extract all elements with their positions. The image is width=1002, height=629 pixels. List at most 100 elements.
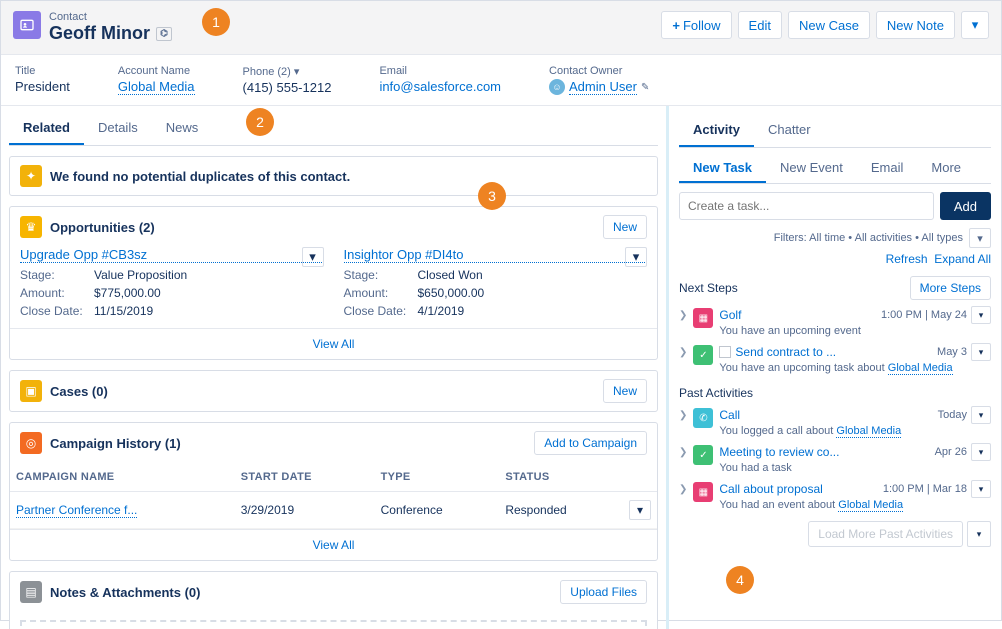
load-more-menu[interactable]: ▾ [967, 521, 991, 547]
new-case-button[interactable]: New Case [788, 11, 870, 39]
chevron-right-icon[interactable]: ❯ [679, 480, 687, 495]
callout-3: 3 [478, 182, 506, 210]
add-to-campaign-button[interactable]: Add to Campaign [534, 431, 647, 455]
subtab-more[interactable]: More [917, 154, 975, 183]
cases-card: ▣ Cases (0) New [9, 370, 658, 412]
activity-menu[interactable]: ▾ [971, 480, 991, 498]
load-more-button[interactable]: Load More Past Activities [808, 521, 963, 547]
callout-4: 4 [726, 566, 754, 594]
related-account-link[interactable]: Global Media [836, 425, 901, 438]
task-checkbox[interactable] [719, 346, 731, 358]
chevron-right-icon[interactable]: ❯ [679, 306, 687, 321]
activity-menu[interactable]: ▾ [971, 443, 991, 461]
opportunity-menu[interactable]: ▾ [302, 247, 324, 267]
callout-2: 2 [246, 108, 274, 136]
follow-button[interactable]: +Follow [661, 11, 731, 39]
filters-text: Filters: All time • All activities • All… [774, 232, 963, 244]
next-steps-list: ❯ ▦ Golf 1:00 PM | May 24 ▾ You have an … [679, 306, 991, 374]
upload-files-button[interactable]: Upload Files [560, 580, 647, 604]
opportunities-view-all[interactable]: View All [313, 337, 355, 351]
duplicates-card: ✦ We found no potential duplicates of th… [9, 156, 658, 196]
notes-title: Notes & Attachments (0) [50, 585, 552, 600]
related-account-link[interactable]: Global Media [838, 499, 903, 512]
avatar-icon: ☺ [549, 79, 565, 95]
activity-item: ❯ ✓ Send contract to ... May 3 ▾ You hav… [679, 343, 991, 374]
activity-menu[interactable]: ▾ [971, 343, 991, 361]
duplicate-icon: ✦ [20, 165, 42, 187]
opportunity-menu[interactable]: ▾ [625, 247, 647, 267]
new-opportunity-button[interactable]: New [603, 215, 647, 239]
activity-item: ❯ ▦ Call about proposal1:00 PM | Mar 18▾… [679, 480, 991, 511]
opportunity-icon: ♛ [20, 216, 42, 238]
edit-owner-icon[interactable]: ✎ [641, 82, 649, 93]
subtab-new-event[interactable]: New Event [766, 154, 857, 183]
campaign-view-all[interactable]: View All [313, 538, 355, 552]
related-account-link[interactable]: Global Media [888, 362, 953, 375]
attachment-icon: ▤ [20, 581, 42, 603]
activity-link[interactable]: Call about proposal [719, 482, 822, 496]
col-start-date: START DATE [235, 463, 375, 492]
subtab-new-task[interactable]: New Task [679, 154, 766, 183]
activity-subtext: You have an upcoming task about Global M… [719, 362, 991, 374]
tab-details[interactable]: Details [84, 112, 152, 145]
refresh-link[interactable]: Refresh [886, 252, 928, 266]
account-label: Account Name [118, 65, 195, 77]
record-header: Contact Geoff Minor ⌬ +Follow Edit New C… [1, 1, 1001, 55]
owner-link[interactable]: Admin User [569, 79, 637, 95]
new-case-related-button[interactable]: New [603, 379, 647, 403]
activity-date: May 3 [937, 346, 967, 358]
next-steps-label: Next Steps [679, 281, 738, 295]
cases-title: Cases (0) [50, 384, 595, 399]
activity-link[interactable]: Meeting to review co... [719, 445, 839, 459]
contact-icon [13, 11, 41, 39]
more-actions-button[interactable]: ▾ [961, 11, 989, 39]
opportunity-link[interactable]: Upgrade Opp #CB3sz [20, 247, 324, 263]
opportunities-card: ♛ Opportunities (2) New Upgrade Opp #CB3… [9, 206, 658, 360]
opportunities-title: Opportunities (2) [50, 220, 595, 235]
campaign-icon: ◎ [20, 432, 42, 454]
activity-link[interactable]: Golf [719, 308, 741, 322]
campaign-link[interactable]: Partner Conference f... [16, 503, 137, 518]
tab-news[interactable]: News [152, 112, 213, 145]
owner-label: Contact Owner [549, 65, 649, 77]
task-icon: ✓ [693, 445, 713, 465]
past-activities-label: Past Activities [679, 386, 753, 400]
row-menu[interactable]: ▾ [629, 500, 651, 520]
activity-item: ❯ ✓ Meeting to review co...Apr 26▾ You h… [679, 443, 991, 474]
chevron-right-icon[interactable]: ❯ [679, 406, 687, 421]
expand-all-link[interactable]: Expand All [934, 252, 991, 266]
left-tabs: Related Details News [9, 112, 658, 146]
activity-menu[interactable]: ▾ [971, 306, 991, 324]
edit-button[interactable]: Edit [738, 11, 782, 39]
hierarchy-icon[interactable]: ⌬ [156, 27, 172, 41]
filters-menu[interactable]: ▾ [969, 228, 991, 248]
activity-link[interactable]: Send contract to ... [735, 345, 836, 359]
chevron-right-icon[interactable]: ❯ [679, 443, 687, 458]
opportunity-item: Upgrade Opp #CB3sz ▾ Stage:Value Proposi… [20, 247, 324, 320]
activity-subtext: You have an upcoming event [719, 325, 991, 337]
col-type: TYPE [375, 463, 500, 492]
past-activities-list: ❯ ✆ CallToday▾ You logged a call about G… [679, 406, 991, 511]
account-link[interactable]: Global Media [118, 79, 195, 95]
duplicates-msg: We found no potential duplicates of this… [50, 169, 647, 184]
title-label: Title [15, 65, 70, 77]
tab-activity[interactable]: Activity [679, 114, 754, 147]
email-link[interactable]: info@salesforce.com [379, 79, 501, 94]
title-value: President [15, 79, 70, 94]
more-steps-button[interactable]: More Steps [910, 276, 991, 300]
activity-menu[interactable]: ▾ [971, 406, 991, 424]
upload-dropzone[interactable]: ⇧ Upload Files [20, 620, 647, 629]
subtab-email[interactable]: Email [857, 154, 918, 183]
record-type-label: Contact [49, 11, 653, 23]
create-task-input[interactable] [679, 192, 934, 220]
chevron-right-icon[interactable]: ❯ [679, 343, 687, 358]
tab-chatter[interactable]: Chatter [754, 114, 825, 147]
add-task-button[interactable]: Add [940, 192, 991, 220]
opportunity-link[interactable]: Insightor Opp #DI4to [344, 247, 648, 263]
tab-related[interactable]: Related [9, 112, 84, 145]
new-note-button[interactable]: New Note [876, 11, 955, 39]
activity-date: 1:00 PM | May 24 [881, 309, 967, 321]
call-icon: ✆ [693, 408, 713, 428]
event-icon: ▦ [693, 308, 713, 328]
activity-link[interactable]: Call [719, 408, 740, 422]
